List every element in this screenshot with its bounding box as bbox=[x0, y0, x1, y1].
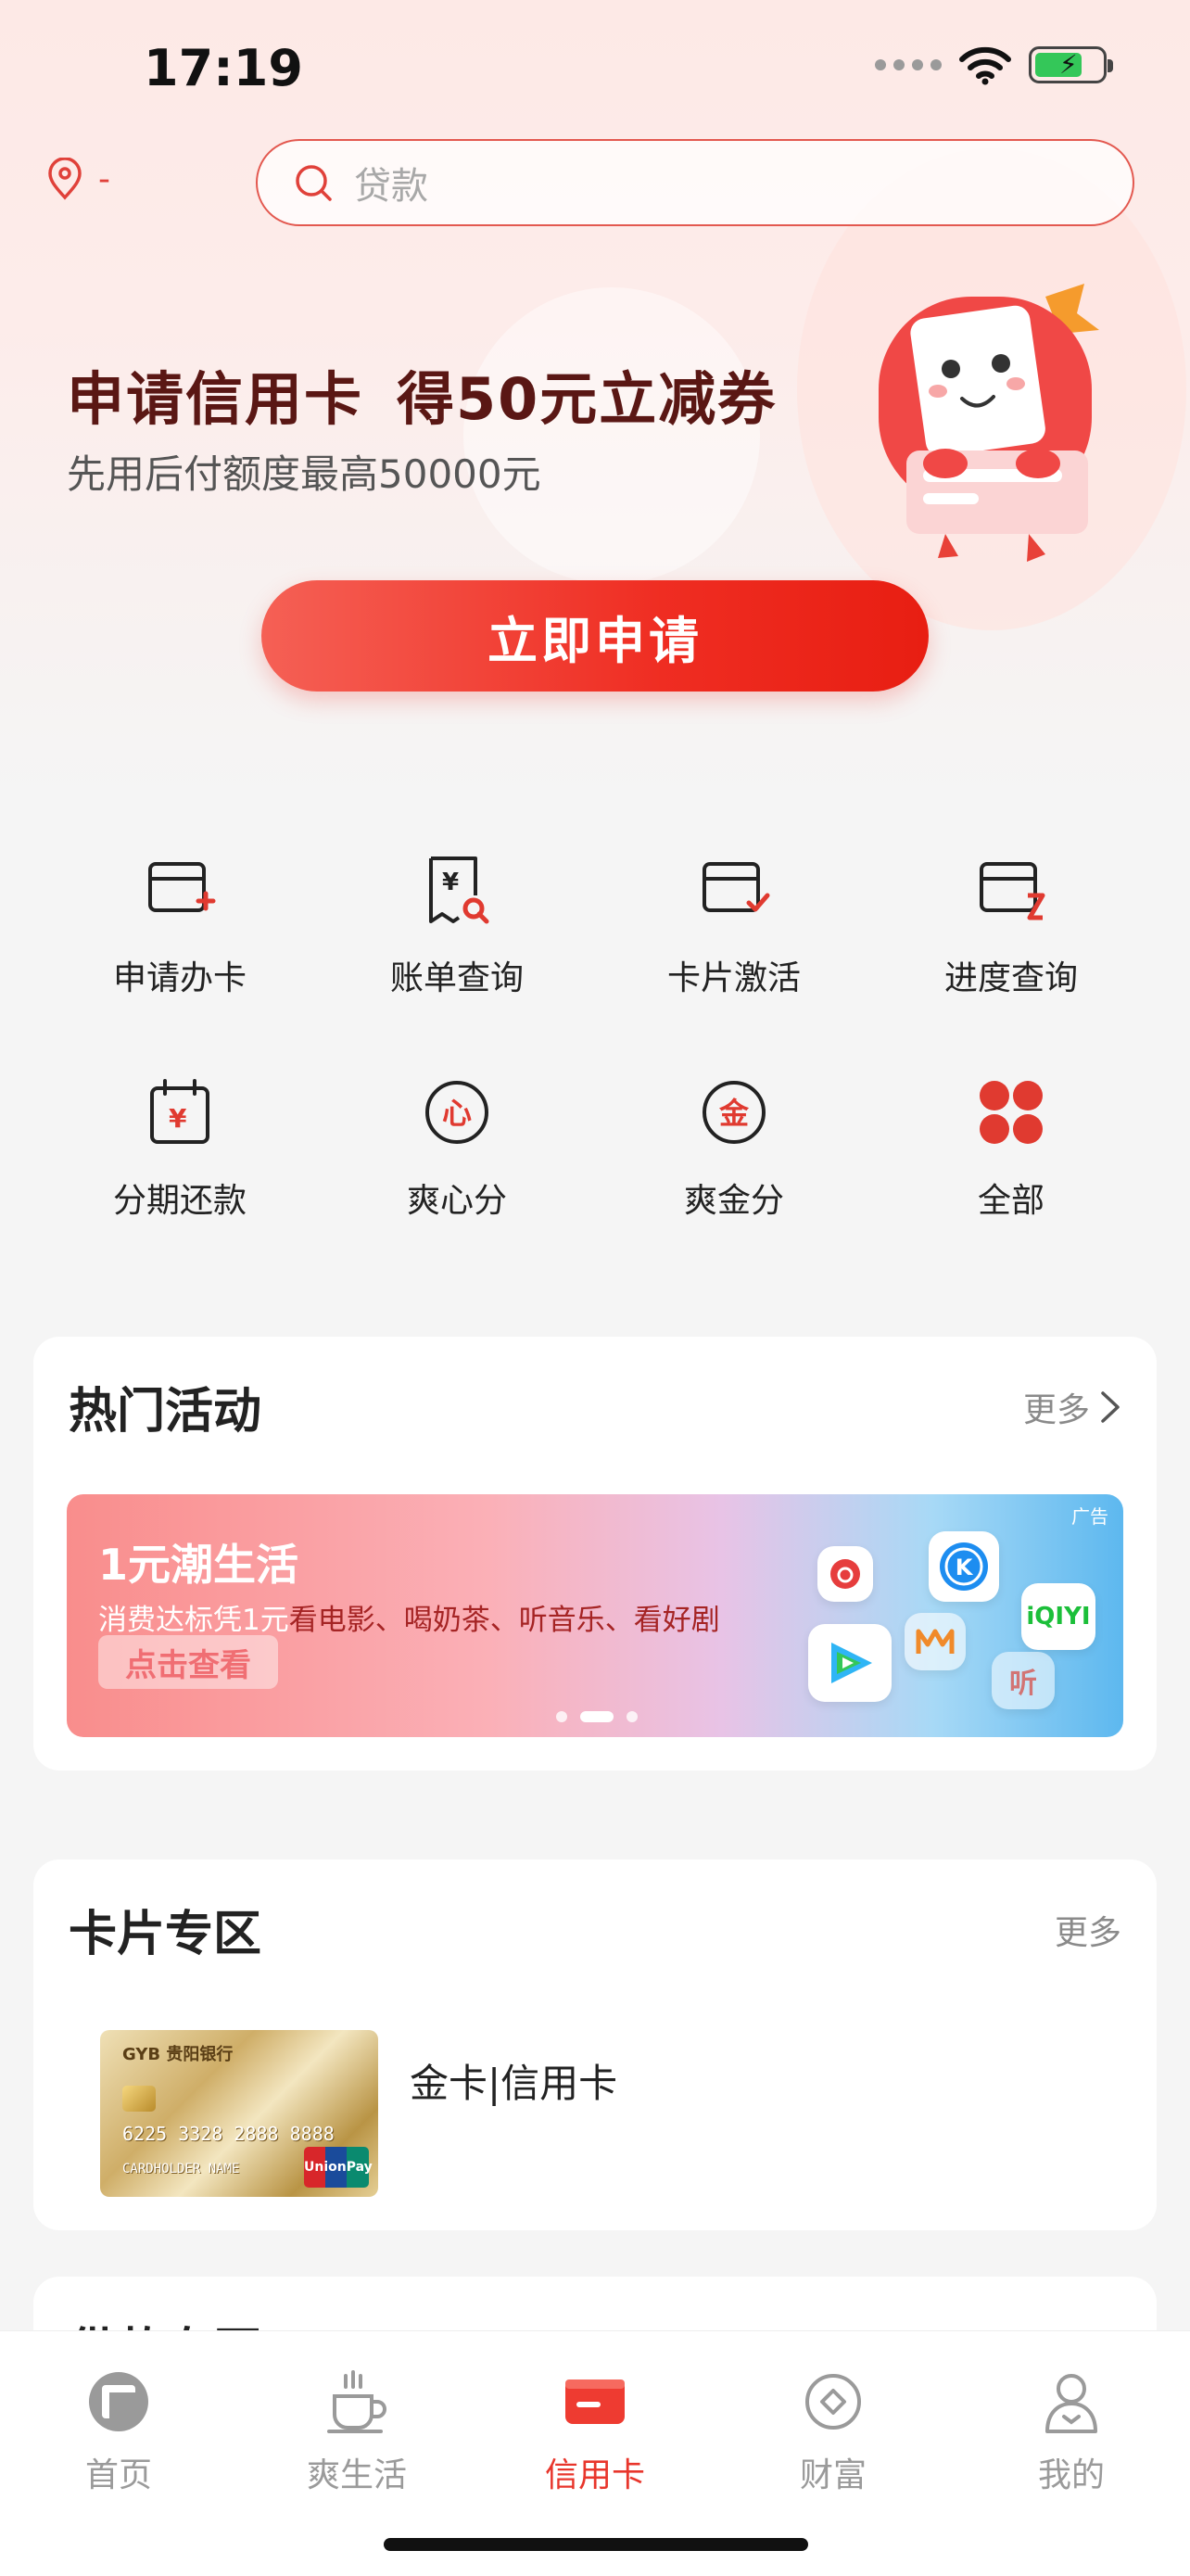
heart-points-icon: 心 bbox=[425, 1081, 488, 1144]
tab-profile[interactable]: 我的 bbox=[979, 2365, 1164, 2496]
mango-tv-icon bbox=[905, 1613, 966, 1670]
hot-activities-card: 热门活动 更多 1元潮生活 消费达标凭1元看电影、喝奶茶、听音乐、看好剧 点击查… bbox=[33, 1337, 1157, 1770]
iqiyi-text: iQIYI bbox=[1026, 1603, 1091, 1631]
status-time: 17:19 bbox=[144, 39, 303, 97]
tab-home[interactable]: 首页 bbox=[26, 2365, 211, 2496]
service-label: 全部 bbox=[977, 1182, 1044, 1220]
svg-text:¥: ¥ bbox=[442, 869, 459, 896]
service-label: 申请办卡 bbox=[112, 959, 247, 997]
card-add-icon bbox=[148, 862, 216, 912]
card-product-name[interactable]: 金卡|信用卡 bbox=[410, 2052, 617, 2109]
ting-icon: 听 bbox=[992, 1652, 1055, 1709]
service-gold-points[interactable]: 金 爽金分 bbox=[595, 1075, 873, 1222]
search-placeholder: 贷款 bbox=[354, 165, 428, 208]
gold-points-icon: 金 bbox=[703, 1081, 766, 1144]
tab-label: 我的 bbox=[1037, 2456, 1105, 2494]
more-label: 更多 bbox=[1054, 1914, 1121, 1952]
banner-title-main: 申请信用卡 bbox=[67, 365, 364, 433]
banner-title: 申请信用卡 得50元立减券 bbox=[67, 352, 777, 436]
gold-credit-card-image[interactable]: GYB 贵阳银行 6225 3328 2888 8888 CARDHOLDER … bbox=[100, 2030, 378, 2197]
wealth-icon bbox=[805, 2374, 861, 2430]
service-label: 账单查询 bbox=[389, 959, 524, 997]
promo-subtitle-highlight: 看电影、喝奶茶、听音乐、看好剧 bbox=[288, 1604, 720, 1637]
profile-icon bbox=[1045, 2374, 1097, 2433]
kugou-letter: K bbox=[956, 1554, 974, 1580]
iqiyi-icon: iQIYI bbox=[1021, 1583, 1095, 1650]
service-label: 爽心分 bbox=[406, 1182, 507, 1220]
location-selector[interactable]: - bbox=[46, 158, 110, 200]
service-all[interactable]: 全部 bbox=[872, 1075, 1150, 1222]
service-label: 进度查询 bbox=[943, 959, 1078, 997]
location-pin-icon bbox=[48, 158, 82, 200]
search-icon bbox=[296, 165, 332, 201]
bill-search-icon: ¥ bbox=[429, 857, 489, 924]
banner-title-gift: 得50元立减券 bbox=[397, 365, 778, 433]
ad-label: 广告 bbox=[1071, 1505, 1108, 1528]
hot-activities-more-link[interactable]: 更多 bbox=[1023, 1383, 1121, 1431]
service-apply-card[interactable]: 申请办卡 bbox=[41, 853, 319, 999]
card-zone-title: 卡片专区 bbox=[69, 1907, 262, 1962]
svg-text:心: 心 bbox=[442, 1096, 472, 1131]
apply-now-button[interactable]: 立即申请 bbox=[261, 580, 929, 692]
tab-label: 财富 bbox=[799, 2456, 867, 2494]
hot-activities-title: 热门活动 bbox=[69, 1384, 262, 1440]
promo-subtitle-prefix: 消费达标凭1元 bbox=[98, 1604, 289, 1637]
battery-icon: ⚡ bbox=[1029, 46, 1113, 83]
location-text: - bbox=[98, 159, 110, 198]
promo-view-button[interactable]: 点击查看 bbox=[98, 1635, 278, 1689]
promo-banner[interactable]: 1元潮生活 消费达标凭1元看电影、喝奶茶、听音乐、看好剧 点击查看 广告 K i… bbox=[67, 1494, 1123, 1737]
tab-label: 首页 bbox=[84, 2456, 152, 2494]
wifi-icon bbox=[959, 46, 1011, 85]
status-indicators: ⚡ bbox=[875, 44, 1113, 85]
home-indicator[interactable] bbox=[384, 2538, 808, 2551]
cellular-signal-icon bbox=[875, 59, 942, 70]
carousel-dot bbox=[556, 1711, 567, 1722]
card-holder: CARDHOLDER NAME bbox=[122, 2162, 240, 2176]
credit-card-mascot bbox=[879, 284, 1099, 562]
tab-label: 信用卡 bbox=[544, 2456, 645, 2494]
service-card-activate[interactable]: 卡片激活 bbox=[595, 853, 873, 999]
home-icon bbox=[89, 2372, 148, 2431]
promo-title: 1元潮生活 bbox=[98, 1540, 299, 1590]
credit-card-icon bbox=[565, 2379, 625, 2424]
service-heart-points[interactable]: 心 爽心分 bbox=[318, 1075, 596, 1222]
kugou-icon: K bbox=[929, 1531, 999, 1602]
card-check-icon bbox=[703, 862, 770, 912]
netease-music-icon bbox=[817, 1546, 873, 1602]
search-input[interactable]: 贷款 bbox=[256, 139, 1134, 226]
card-zone-card: 卡片专区 更多 GYB 贵阳银行 6225 3328 2888 8888 CAR… bbox=[33, 1859, 1157, 2230]
service-label: 卡片激活 bbox=[666, 959, 801, 997]
bank-name: GYB 贵阳银行 bbox=[122, 2045, 234, 2064]
banner-subtitle: 先用后付额度最高50000元 bbox=[67, 451, 541, 497]
ting-text: 听 bbox=[1009, 1668, 1037, 1700]
card-number: 6225 3328 2888 8888 bbox=[122, 2123, 335, 2145]
carousel-dot bbox=[627, 1711, 638, 1722]
chevron-right-icon bbox=[1101, 1391, 1120, 1423]
tab-life[interactable]: 爽生活 bbox=[264, 2365, 449, 2496]
svg-text:¥: ¥ bbox=[169, 1103, 187, 1134]
service-bill-query[interactable]: ¥ 账单查询 bbox=[318, 853, 596, 999]
carousel-indicator bbox=[556, 1711, 638, 1722]
tab-credit-card[interactable]: 信用卡 bbox=[502, 2365, 688, 2496]
more-label: 更多 bbox=[1022, 1391, 1090, 1429]
tab-wealth[interactable]: 财富 bbox=[741, 2365, 926, 2496]
card-zone-more-link[interactable]: 更多 bbox=[1055, 1906, 1121, 1954]
tencent-video-icon bbox=[808, 1624, 892, 1702]
grid-all-icon bbox=[980, 1081, 1043, 1144]
tab-label: 爽生活 bbox=[306, 2456, 407, 2494]
calendar-yuan-icon: ¥ bbox=[150, 1079, 209, 1144]
card-progress-icon bbox=[980, 862, 1045, 920]
carousel-dot-active bbox=[580, 1711, 614, 1722]
coffee-icon bbox=[327, 2370, 386, 2433]
service-label: 分期还款 bbox=[112, 1182, 247, 1220]
svg-text:金: 金 bbox=[718, 1096, 750, 1131]
promo-subtitle: 消费达标凭1元看电影、喝奶茶、听音乐、看好剧 bbox=[98, 1596, 720, 1638]
card-chip-icon bbox=[122, 2086, 156, 2112]
service-label: 爽金分 bbox=[683, 1182, 784, 1220]
service-installment[interactable]: ¥ 分期还款 bbox=[41, 1075, 319, 1222]
service-progress-query[interactable]: 进度查询 bbox=[872, 853, 1150, 999]
unionpay-logo: UnionPay 银联 bbox=[304, 2147, 373, 2188]
banner-decoration bbox=[463, 287, 760, 584]
